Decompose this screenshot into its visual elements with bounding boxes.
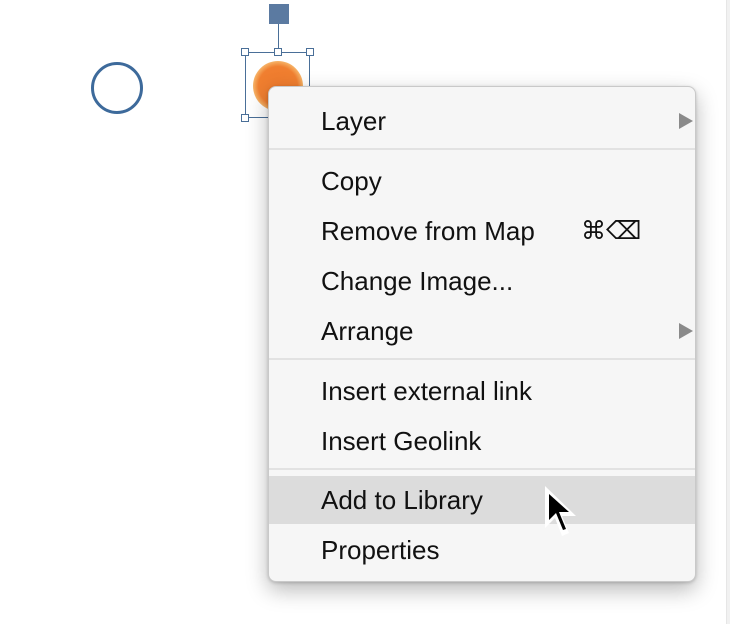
resize-handle-top-left[interactable] bbox=[241, 48, 249, 56]
menu-separator bbox=[269, 468, 695, 470]
menu-item-label: Arrange bbox=[321, 316, 414, 346]
menu-item-label: Remove from Map bbox=[321, 216, 535, 246]
menu-item-label: Copy bbox=[321, 166, 382, 196]
menu-item-properties[interactable]: Properties bbox=[269, 526, 695, 574]
resize-handle-top-right[interactable] bbox=[306, 48, 314, 56]
menu-item-add-to-library[interactable]: Add to Library bbox=[269, 476, 695, 524]
context-menu: Layer Copy Remove from Map ⌘⌫ Change Ima… bbox=[268, 86, 696, 582]
canvas-edge bbox=[726, 0, 730, 624]
menu-separator bbox=[269, 148, 695, 150]
menu-item-label: Insert external link bbox=[321, 376, 532, 406]
rotate-handle-icon[interactable] bbox=[269, 4, 289, 24]
menu-item-layer[interactable]: Layer bbox=[269, 97, 695, 145]
menu-item-label: Add to Library bbox=[321, 485, 483, 515]
resize-handle-bottom-left[interactable] bbox=[241, 114, 249, 122]
triangle-right-icon bbox=[679, 113, 693, 129]
menu-item-label: Change Image... bbox=[321, 266, 514, 296]
triangle-right-icon bbox=[679, 323, 693, 339]
arrow-pointer-icon bbox=[545, 486, 576, 536]
menu-item-change-image[interactable]: Change Image... bbox=[269, 257, 695, 305]
menu-item-label: Layer bbox=[321, 106, 387, 136]
menu-separator bbox=[269, 358, 695, 360]
resize-handle-top-center[interactable] bbox=[274, 48, 282, 56]
menu-item-insert-external-link[interactable]: Insert external link bbox=[269, 367, 695, 415]
menu-item-copy[interactable]: Copy bbox=[269, 157, 695, 205]
map-canvas[interactable]: Layer Copy Remove from Map ⌘⌫ Change Ima… bbox=[0, 0, 730, 624]
circle-shape[interactable] bbox=[91, 62, 143, 114]
menu-item-arrange[interactable]: Arrange bbox=[269, 307, 695, 355]
menu-item-insert-geolink[interactable]: Insert Geolink bbox=[269, 417, 695, 465]
menu-item-label: Properties bbox=[321, 535, 440, 565]
menu-item-label: Insert Geolink bbox=[321, 426, 482, 456]
menu-item-remove-from-map[interactable]: Remove from Map ⌘⌫ bbox=[269, 207, 695, 255]
menu-item-shortcut: ⌘⌫ bbox=[581, 216, 642, 245]
